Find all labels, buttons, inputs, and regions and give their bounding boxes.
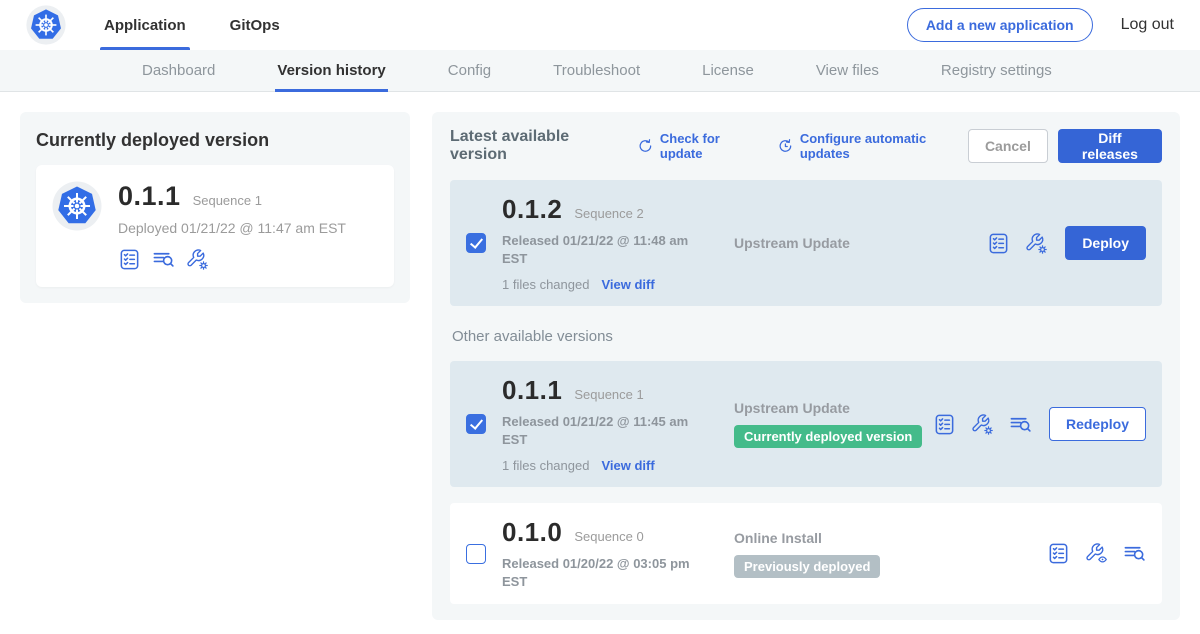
other-versions-title: Other available versions — [452, 328, 1162, 345]
header-tabs: Application GitOps — [100, 0, 320, 50]
currently-deployed-title: Currently deployed version — [36, 130, 394, 151]
version-source: Online Install — [734, 530, 1047, 546]
view-diff-link[interactable]: View diff — [601, 458, 654, 473]
subnav-registry-settings[interactable]: Registry settings — [939, 50, 1054, 91]
preflight-checks-icon[interactable] — [987, 232, 1010, 255]
edit-config-icon[interactable] — [1025, 232, 1048, 255]
deployed-version-card: 0.1.1 Sequence 1 Deployed 01/21/22 @ 11:… — [36, 165, 394, 287]
version-number: 0.1.0 — [502, 517, 562, 548]
check-for-update-link[interactable]: Check for update — [637, 131, 759, 161]
files-changed-label: 1 files changed — [502, 458, 589, 473]
subnav-troubleshoot[interactable]: Troubleshoot — [551, 50, 642, 91]
check-for-update-label: Check for update — [660, 131, 759, 161]
files-changed-label: 1 files changed — [502, 277, 589, 292]
kubernetes-logo[interactable] — [26, 5, 66, 45]
check-update-icon — [637, 137, 654, 155]
edit-config-icon[interactable] — [971, 413, 994, 436]
version-row-0-1-1: 0.1.1 Sequence 1 Released 01/21/22 @ 11:… — [450, 361, 1162, 487]
tab-gitops[interactable]: GitOps — [226, 0, 284, 50]
released-date: Released 01/21/22 @ 11:45 am EST — [502, 413, 702, 448]
version-checkbox[interactable] — [466, 414, 486, 434]
version-checkbox[interactable] — [466, 233, 486, 253]
subnav-license[interactable]: License — [700, 50, 756, 91]
tab-application[interactable]: Application — [100, 0, 190, 50]
app-icon-kubernetes — [52, 181, 102, 231]
edit-config-icon[interactable] — [186, 248, 209, 271]
version-checkbox[interactable] — [466, 544, 486, 564]
currently-deployed-panel: Currently deployed version 0.1.1 Sequenc… — [20, 112, 410, 303]
subnav-config[interactable]: Config — [446, 50, 493, 91]
deploy-logs-icon[interactable] — [152, 248, 175, 271]
subnav-dashboard[interactable]: Dashboard — [140, 50, 217, 91]
version-history-panel: Latest available version Check for updat… — [432, 112, 1180, 620]
configure-auto-updates-link[interactable]: Configure automatic updates — [777, 131, 968, 161]
version-sequence: Sequence 2 — [574, 206, 643, 221]
deployed-version-sequence: Sequence 1 — [193, 193, 262, 208]
app-subnav: Dashboard Version history Config Trouble… — [0, 50, 1200, 92]
version-row-0-1-2: 0.1.2 Sequence 2 Released 01/21/22 @ 11:… — [450, 180, 1162, 306]
subnav-version-history[interactable]: Version history — [275, 50, 387, 91]
add-application-button[interactable]: Add a new application — [907, 8, 1093, 42]
main-content: Currently deployed version 0.1.1 Sequenc… — [0, 92, 1200, 634]
previously-deployed-badge: Previously deployed — [734, 555, 880, 578]
diff-releases-button[interactable]: Diff releases — [1058, 129, 1162, 163]
version-number: 0.1.1 — [502, 375, 562, 406]
view-diff-link[interactable]: View diff — [601, 277, 654, 292]
redeploy-button[interactable]: Redeploy — [1049, 407, 1146, 441]
deploy-button[interactable]: Deploy — [1065, 226, 1146, 260]
configure-auto-updates-label: Configure automatic updates — [800, 131, 968, 161]
auto-update-icon — [777, 137, 794, 155]
version-sequence: Sequence 0 — [574, 529, 643, 544]
latest-version-header: Latest available version Check for updat… — [450, 128, 1162, 164]
released-date: Released 01/21/22 @ 11:48 am EST — [502, 232, 702, 267]
deploy-logs-icon[interactable] — [1123, 542, 1146, 565]
version-row-0-1-0: 0.1.0 Sequence 0 Released 01/20/22 @ 03:… — [450, 503, 1162, 604]
view-config-icon[interactable] — [1085, 542, 1108, 565]
preflight-checks-icon[interactable] — [118, 248, 141, 271]
deployed-timestamp: Deployed 01/21/22 @ 11:47 am EST — [118, 220, 346, 236]
version-source: Upstream Update — [734, 400, 933, 416]
currently-deployed-badge: Currently deployed version — [734, 425, 922, 448]
app-header: Application GitOps Add a new application… — [0, 0, 1200, 50]
subnav-view-files[interactable]: View files — [814, 50, 881, 91]
preflight-checks-icon[interactable] — [1047, 542, 1070, 565]
preflight-checks-icon[interactable] — [933, 413, 956, 436]
version-number: 0.1.2 — [502, 194, 562, 225]
logout-link[interactable]: Log out — [1121, 16, 1174, 34]
version-source: Upstream Update — [734, 235, 987, 251]
released-date: Released 01/20/22 @ 03:05 pm EST — [502, 555, 702, 590]
deploy-logs-icon[interactable] — [1009, 413, 1032, 436]
cancel-button[interactable]: Cancel — [968, 129, 1048, 163]
header-right: Add a new application Log out — [907, 8, 1174, 42]
deployed-version-number: 0.1.1 — [118, 181, 181, 212]
version-sequence: Sequence 1 — [574, 387, 643, 402]
latest-version-title: Latest available version — [450, 128, 619, 164]
